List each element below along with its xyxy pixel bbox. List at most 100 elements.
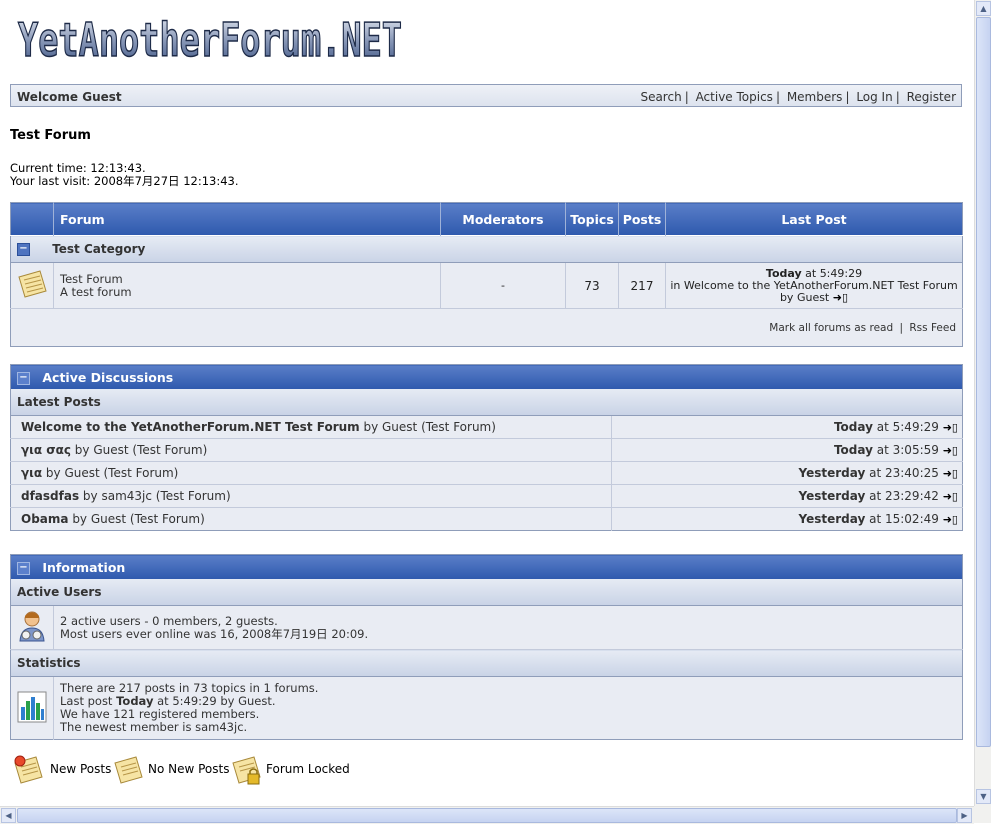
- post-author[interactable]: by Guest: [69, 512, 130, 526]
- forum-logo[interactable]: YetAnotherForum.NET: [16, 14, 406, 64]
- nav-separator: |: [775, 90, 780, 104]
- horizontal-scrollbar[interactable]: ◀ ▶: [0, 806, 974, 824]
- header-posts: Posts: [618, 202, 666, 236]
- logo-text: YetAnotherForum.NET: [18, 14, 402, 64]
- forum-table: Forum Moderators Topics Posts Last Post …: [10, 202, 963, 347]
- mark-all-read-link[interactable]: Mark all forums as read: [769, 322, 893, 334]
- scroll-left-button[interactable]: ◀: [1, 808, 16, 823]
- footer-separator: |: [899, 321, 904, 334]
- post-author[interactable]: by sam43jc: [79, 489, 156, 503]
- post-topic-link[interactable]: για σας: [21, 443, 71, 457]
- no-new-posts-icon: [114, 756, 143, 784]
- nav-separator: |: [684, 90, 689, 104]
- nav-active-topics-link[interactable]: Active Topics: [696, 90, 773, 104]
- time-info: Current time: 12:13:43. Your last visit:…: [10, 162, 239, 188]
- post-topic-link[interactable]: Welcome to the YetAnotherForum.NET Test …: [21, 420, 360, 434]
- stats-last-post-day: Today: [116, 694, 154, 708]
- collapse-icon[interactable]: −: [17, 371, 30, 385]
- scroll-up-button[interactable]: ▲: [976, 1, 991, 16]
- post-time: at 5:49:29: [872, 420, 939, 434]
- horizontal-scroll-thumb[interactable]: [17, 808, 957, 823]
- nav-separator: |: [845, 90, 850, 104]
- go-to-post-icon[interactable]: ➜▯: [943, 421, 958, 434]
- information-table: − Information Active Users 2 active user…: [10, 554, 963, 740]
- go-to-post-icon[interactable]: ➜▯: [943, 490, 958, 503]
- latest-post-row: dfasdfas by sam43jc (Test Forum) Yesterd…: [10, 484, 963, 508]
- latest-post-row: για σας by Guest (Test Forum) Today at 3…: [10, 438, 963, 462]
- most-users-online: Most users ever online was 16, 2008年7月19…: [60, 626, 369, 641]
- welcome-bar: Welcome Guest Search | Active Topics | Mem…: [10, 84, 962, 107]
- legend-forum-locked-label: Forum Locked: [266, 762, 350, 776]
- vertical-scroll-thumb[interactable]: [976, 17, 991, 747]
- scroll-down-button[interactable]: ▼: [976, 789, 991, 804]
- forum-locked-icon: [232, 756, 261, 785]
- nav-register-link[interactable]: Register: [907, 90, 956, 104]
- last-post-time: at 5:49:29: [801, 266, 863, 280]
- last-visit: Your last visit: 2008年7月27日 12:13:43.: [10, 174, 239, 188]
- forum-link[interactable]: Test Forum: [60, 272, 440, 286]
- scroll-right-button[interactable]: ▶: [957, 808, 972, 823]
- header-icon-col: [10, 202, 54, 236]
- post-day: Yesterday: [798, 512, 866, 526]
- post-forum[interactable]: (Test Forum): [104, 466, 179, 480]
- welcome-text: Welcome Guest: [17, 90, 122, 104]
- information-header: − Information: [10, 554, 963, 579]
- header-forum: Forum: [53, 202, 441, 236]
- collapse-icon[interactable]: −: [17, 561, 30, 575]
- active-users-title: Active Users: [10, 579, 963, 606]
- latest-post-row: Welcome to the YetAnotherForum.NET Test …: [10, 415, 963, 439]
- forum-description: A test forum: [60, 284, 132, 299]
- post-forum[interactable]: (Test Forum): [130, 512, 205, 526]
- active-users-info: 2 active users - 0 members, 2 guests. Mo…: [53, 605, 963, 650]
- active-discussions-table: − Active Discussions Latest Posts Welcom…: [10, 364, 963, 531]
- go-to-post-icon[interactable]: ➜▯: [943, 513, 958, 526]
- nav-login-link[interactable]: Log In: [856, 90, 892, 104]
- latest-post-row: για by Guest (Test Forum) Yesterday at 2…: [10, 461, 963, 485]
- stats-last-post-prefix: Last post: [60, 694, 117, 708]
- post-topic-link[interactable]: Obama: [21, 512, 69, 526]
- active-users-count: 2 active users - 0 members, 2 guests.: [60, 613, 278, 628]
- post-topic-link[interactable]: για: [21, 466, 42, 480]
- post-time: at 23:40:25: [865, 466, 939, 480]
- rss-feed-link[interactable]: Rss Feed: [909, 322, 956, 334]
- stats-newest-member: The newest member is sam43jc.: [60, 720, 248, 734]
- post-time: at 23:29:42: [865, 489, 939, 503]
- nav-separator: |: [895, 90, 900, 104]
- category-title[interactable]: Test Category: [52, 242, 145, 256]
- nav-search-link[interactable]: Search: [640, 90, 681, 104]
- information-title: Information: [42, 559, 126, 575]
- post-author[interactable]: by Guest: [42, 466, 103, 480]
- users-icon: [19, 611, 45, 642]
- forum-posts-count: 217: [618, 262, 666, 309]
- post-day: Yesterday: [798, 489, 866, 503]
- collapse-icon[interactable]: −: [17, 243, 30, 256]
- forum-topics-count: 73: [565, 262, 619, 309]
- forum-table-footer: Mark all forums as read | Rss Feed: [10, 308, 963, 347]
- nav-members-link[interactable]: Members: [787, 90, 843, 104]
- post-forum[interactable]: (Test Forum): [421, 420, 496, 434]
- forum-status-icon-cell: [10, 262, 54, 309]
- legend-no-new-posts-label: No New Posts: [148, 762, 230, 776]
- forum-moderators: -: [440, 262, 566, 309]
- post-time: at 3:05:59: [872, 443, 939, 457]
- no-new-posts-icon: [18, 270, 47, 298]
- go-to-last-post-icon[interactable]: ➜▯: [833, 291, 848, 304]
- post-author[interactable]: by Guest: [360, 420, 421, 434]
- last-post-day: Today: [765, 266, 802, 280]
- page: YetAnotherForum.NET Welcome Guest Search…: [0, 0, 974, 806]
- active-users-icon-cell: [10, 605, 54, 650]
- last-post-author[interactable]: by Guest: [780, 291, 829, 304]
- forum-last-post-cell: Today at 5:49:29 in Welcome to the YetAn…: [665, 262, 963, 309]
- post-forum[interactable]: (Test Forum): [156, 489, 231, 503]
- post-forum[interactable]: (Test Forum): [132, 443, 207, 457]
- vertical-scrollbar[interactable]: ▲ ▼: [974, 0, 991, 806]
- go-to-post-icon[interactable]: ➜▯: [943, 467, 958, 480]
- post-day: Today: [833, 443, 873, 457]
- post-topic-link[interactable]: dfasdfas: [21, 489, 79, 503]
- active-discussions-header: − Active Discussions: [10, 364, 963, 389]
- legend-new-posts-label: New Posts: [50, 762, 112, 776]
- go-to-post-icon[interactable]: ➜▯: [943, 444, 958, 457]
- statistics-icon-cell: [10, 676, 54, 740]
- post-author[interactable]: by Guest: [71, 443, 132, 457]
- post-day: Yesterday: [798, 466, 866, 480]
